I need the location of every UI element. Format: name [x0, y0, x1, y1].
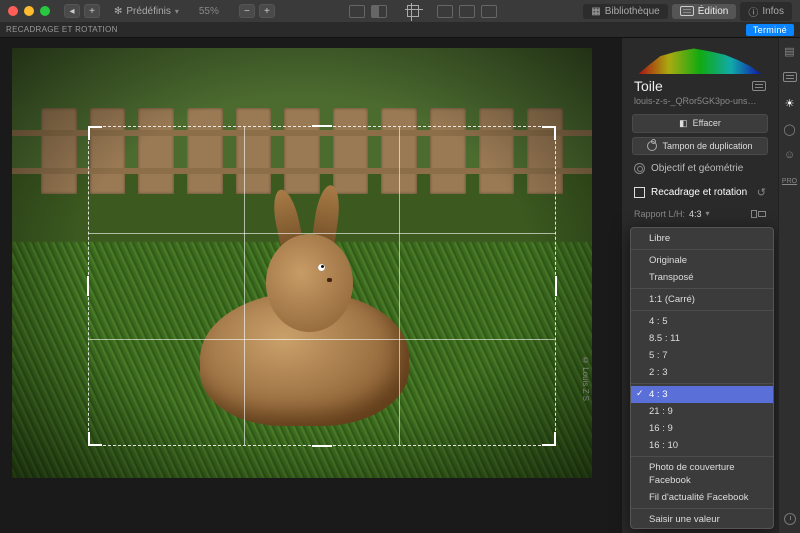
- reset-icon[interactable]: ↺: [757, 186, 766, 199]
- aspect-ratio-option[interactable]: Saisir une valeur personnalisée…: [631, 511, 773, 529]
- grid-icon: ▦: [591, 6, 600, 17]
- clone-stamp-button[interactable]: Tampon de duplication: [632, 137, 768, 155]
- filename-label: louis-z-s-_QRor5GK3po-uns…: [622, 96, 778, 112]
- view-split-icon[interactable]: [371, 5, 387, 18]
- adjust-tool-icon[interactable]: [783, 70, 797, 84]
- done-button[interactable]: Terminé: [746, 24, 794, 36]
- erase-button[interactable]: ◧ Effacer: [632, 114, 768, 133]
- clone-stamp-icon: [647, 141, 657, 151]
- face-tool-icon[interactable]: ☺: [783, 148, 797, 162]
- crop-icon: [634, 187, 645, 198]
- aspect-ratio-option[interactable]: Transposé: [631, 269, 773, 286]
- history-icon[interactable]: [784, 513, 796, 525]
- pro-badge[interactable]: PRO: [783, 174, 797, 188]
- crop-frame[interactable]: [88, 126, 556, 446]
- eraser-icon: ◧: [679, 118, 688, 129]
- panel-section-title: Toile: [622, 74, 778, 96]
- aspect-ratio-option[interactable]: 5 : 7: [631, 347, 773, 364]
- crop-tool-icon[interactable]: [407, 5, 419, 17]
- aspect-ratio-option[interactable]: 16 : 10: [631, 437, 773, 454]
- screen-c-icon[interactable]: [481, 5, 497, 18]
- adjust-sliders-icon[interactable]: [752, 81, 766, 91]
- histogram[interactable]: [622, 38, 778, 74]
- view-single-icon[interactable]: [349, 5, 365, 18]
- zoom-in-button[interactable]: +: [259, 4, 275, 18]
- workspace: © Louis Z S Toile louis-z-s-_QRor5GK3po-…: [0, 38, 800, 533]
- crop-handle-tl[interactable]: [88, 126, 102, 140]
- chevron-down-icon: ▾: [175, 7, 179, 16]
- chevron-down-icon: ▾: [706, 209, 710, 218]
- maximize-window-icon[interactable]: [40, 6, 50, 16]
- window-controls: [8, 6, 50, 16]
- aspect-ratio-option[interactable]: 8.5 : 11: [631, 330, 773, 347]
- zoom-out-button[interactable]: −: [239, 4, 255, 18]
- tab-edit[interactable]: Édition: [672, 4, 737, 19]
- presets-dropdown[interactable]: Prédéfinis: [126, 6, 170, 17]
- screen-a-icon[interactable]: [437, 5, 453, 18]
- adjustments-panel: Toile louis-z-s-_QRor5GK3po-uns… ◧ Effac…: [622, 38, 800, 533]
- aspect-ratio-option[interactable]: Libre: [631, 230, 773, 247]
- aspect-ratio-dropdown: Libre OriginaleTransposé 1:1 (Carré) 4 : 58…: [630, 227, 774, 529]
- aspect-ratio-option[interactable]: 4 : 5: [631, 313, 773, 330]
- add-button[interactable]: +: [84, 4, 100, 18]
- tab-info[interactable]: ⓘ Infos: [740, 2, 792, 21]
- mode-label: RECADRAGE ET ROTATION: [6, 25, 118, 34]
- crop-handle-bl[interactable]: [88, 432, 102, 446]
- tool-strip: ▤ ☀ ◯ ☺ PRO: [778, 38, 800, 533]
- lens-icon: [634, 163, 645, 174]
- aspect-ratio-option[interactable]: Photo de couverture Facebook: [631, 459, 773, 489]
- crop-handle-left[interactable]: [87, 276, 89, 296]
- minimize-window-icon[interactable]: [24, 6, 34, 16]
- lens-geometry-row[interactable]: Objectif et géométrie: [622, 157, 778, 180]
- zoom-level[interactable]: 55%: [199, 6, 219, 17]
- aspect-ratio-row[interactable]: Rapport L/H: 4:3 ▾: [622, 205, 778, 225]
- aspect-ratio-option[interactable]: Fil d'actualité Facebook: [631, 489, 773, 506]
- mode-strip: RECADRAGE ET ROTATION Terminé: [0, 22, 800, 38]
- crop-handle-bottom[interactable]: [312, 445, 332, 447]
- color-tool-icon[interactable]: ◯: [783, 122, 797, 136]
- aspect-ratio-option[interactable]: 21 : 9: [631, 403, 773, 420]
- back-button[interactable]: ◂: [64, 4, 80, 18]
- exposure-tool-icon[interactable]: ☀: [783, 96, 797, 110]
- orientation-toggle-icon[interactable]: [751, 210, 766, 218]
- aspect-ratio-option[interactable]: Originale: [631, 252, 773, 269]
- canvas-area[interactable]: © Louis Z S: [0, 38, 622, 533]
- aspect-ratio-option[interactable]: 2 : 3: [631, 364, 773, 381]
- sliders-icon: [680, 6, 694, 16]
- info-icon: ⓘ: [748, 4, 758, 19]
- titlebar: ◂ + ✻ Prédéfinis ▾ 55% − + ▦ Bibliothèqu…: [0, 0, 800, 22]
- tab-library[interactable]: ▦ Bibliothèque: [583, 4, 668, 19]
- aspect-ratio-option[interactable]: 16 : 9: [631, 420, 773, 437]
- crop-handle-tr[interactable]: [542, 126, 556, 140]
- crop-handle-right[interactable]: [555, 276, 557, 296]
- close-window-icon[interactable]: [8, 6, 18, 16]
- layers-tool-icon[interactable]: ▤: [783, 44, 797, 58]
- crop-rotation-row[interactable]: Recadrage et rotation ↺: [622, 180, 778, 205]
- aspect-ratio-option[interactable]: ✓4 : 3: [631, 386, 773, 403]
- presets-icon: ✻: [114, 6, 122, 17]
- aspect-ratio-option[interactable]: 1:1 (Carré): [631, 291, 773, 308]
- crop-handle-top[interactable]: [312, 125, 332, 127]
- screen-b-icon[interactable]: [459, 5, 475, 18]
- check-icon: ✓: [636, 387, 644, 400]
- crop-handle-br[interactable]: [542, 432, 556, 446]
